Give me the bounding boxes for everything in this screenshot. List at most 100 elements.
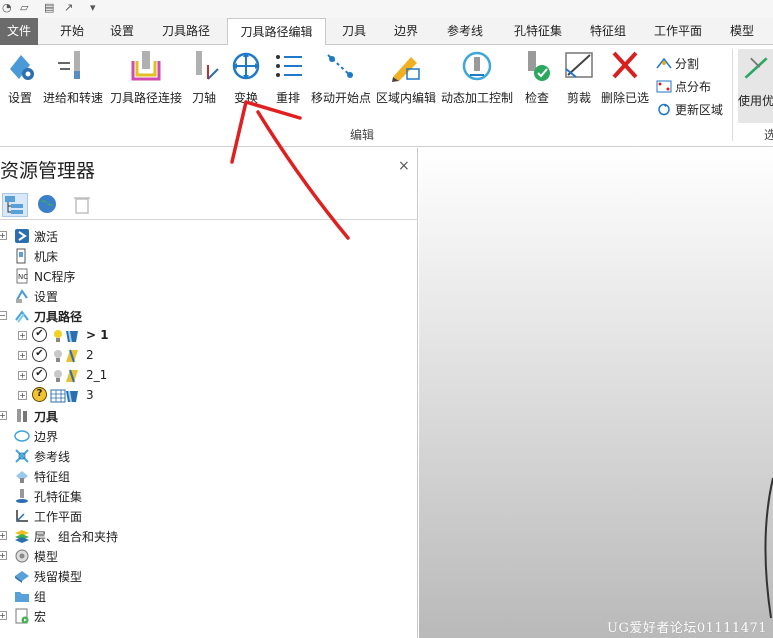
tab-file[interactable]: 文件 (0, 18, 38, 45)
expand-icon[interactable]: + (18, 391, 27, 400)
tools-icon (17, 409, 27, 422)
tree-item-workplanes[interactable]: 工作平面 (0, 506, 418, 526)
calculated-status-icon: ✔ (32, 367, 47, 382)
tab-toolpaths[interactable]: 刀具路径 (150, 18, 222, 45)
tree-item-boundaries[interactable]: 边界 (0, 426, 418, 446)
dynamic-control-label: 动态加工控制 (440, 91, 513, 105)
expand-icon[interactable]: + (0, 231, 7, 240)
save-icon[interactable]: ▤ (44, 1, 54, 14)
tree-item-toolpath-1[interactable]: + ✔ > 1 (0, 326, 418, 346)
expand-icon[interactable]: + (0, 551, 7, 560)
tab-home[interactable]: 开始 (48, 18, 96, 45)
tree-item-groups[interactable]: 组 (0, 586, 418, 606)
split-button[interactable]: 分割 (656, 55, 699, 72)
hole-feature-icon (16, 489, 28, 503)
tree-item-models[interactable]: + 模型 (0, 546, 418, 566)
update-region-icon (658, 103, 670, 116)
watermark-text: UG爱好者论坛01111471 (607, 621, 768, 636)
reorder-button[interactable]: 重排 (272, 49, 304, 111)
uncalculated-status-icon: ? (32, 387, 47, 402)
delete-button[interactable] (70, 193, 96, 217)
tree-item-stock-models[interactable]: 残留模型 (0, 566, 418, 586)
check-label: 检查 (524, 91, 549, 105)
point-distribution-icon (656, 80, 672, 93)
tree-item-machine[interactable]: 机床 (0, 246, 418, 266)
dropdown-icon[interactable]: ▾ (90, 1, 96, 14)
toolpath-strategy-icon (66, 330, 78, 343)
dynamic-control-button[interactable]: 动态加工控制 (440, 49, 514, 111)
check-icon (528, 51, 550, 81)
expand-icon[interactable]: + (18, 351, 27, 360)
tool-axis-label: 刀轴 (191, 91, 216, 105)
edit-region-button[interactable]: 区域内编辑 (376, 49, 436, 111)
tree-view-button[interactable] (2, 193, 28, 217)
tab-model[interactable]: 模型 (718, 18, 766, 45)
tree-item-toolpath-2-1[interactable]: + ✔ 2_1 (0, 366, 418, 386)
tab-tools[interactable]: 刀具 (332, 18, 376, 45)
tab-hole-features[interactable]: 孔特征集 (502, 18, 574, 45)
tab-feature-group[interactable]: 特征组 (580, 18, 636, 45)
calculated-status-icon: ✔ (32, 327, 47, 342)
move-start-point-button[interactable]: 移动开始点 (310, 49, 372, 111)
feed-speed-icon (58, 51, 80, 79)
tree-item-hole-features[interactable]: 孔特征集 (0, 486, 418, 506)
expand-icon[interactable]: + (0, 531, 7, 540)
expand-icon[interactable]: + (0, 611, 7, 620)
svg-text:NC: NC (18, 273, 28, 281)
tool-axis-icon (196, 51, 219, 80)
tab-boundary[interactable]: 边界 (384, 18, 428, 45)
open-icon[interactable]: ▱ (20, 1, 28, 14)
expand-icon[interactable]: + (0, 411, 7, 420)
globe-button[interactable] (35, 193, 61, 217)
tree-item-macros[interactable]: + 宏 (0, 606, 418, 626)
trim-button[interactable]: 剪裁 (562, 49, 596, 111)
tree-item-toolpaths[interactable]: − 刀具路径 (0, 306, 418, 326)
toolpath-link-label: 刀具路径连接 (109, 91, 182, 105)
expand-icon[interactable]: + (18, 331, 27, 340)
close-icon[interactable]: × (398, 158, 410, 174)
reorder-icon (276, 55, 302, 77)
update-region-button[interactable]: 更新区域 (656, 101, 723, 118)
explorer-toolbar (0, 190, 418, 220)
calculated-status-icon: ✔ (32, 347, 47, 362)
tab-pattern[interactable]: 参考线 (436, 18, 494, 45)
tree-item-toolpath-3[interactable]: + ? 3 (0, 386, 418, 406)
delete-selected-button[interactable]: 删除已选 (600, 49, 650, 111)
activate-icon (15, 229, 29, 243)
edit-region-label: 区域内编辑 (376, 91, 437, 105)
tab-setup[interactable]: 设置 (98, 18, 146, 45)
tab-toolpath-edit[interactable]: 刀具路径编辑 (227, 18, 326, 46)
tree-item-toolpath-2[interactable]: + ✔ 2 (0, 346, 418, 366)
explorer-title: 资源管理器 (0, 160, 96, 182)
tree-item-patterns[interactable]: 参考线 (0, 446, 418, 466)
tree-item-setup[interactable]: 设置 (0, 286, 418, 306)
tree-item-layers[interactable]: + 层、组合和夹持 (0, 526, 418, 546)
feed-speed-button[interactable]: 进给和转速 (42, 49, 104, 111)
tree-item-feature-groups[interactable]: 特征组 (0, 466, 418, 486)
tree-item-nc-programs[interactable]: NC NC程序 (0, 266, 418, 286)
tab-workplane[interactable]: 工作平面 (644, 18, 712, 45)
check-button[interactable]: 检查 (520, 49, 554, 111)
collapse-icon[interactable]: − (0, 311, 7, 320)
reorder-label: 重排 (275, 91, 300, 105)
layers-icon (15, 530, 29, 543)
point-distribution-button[interactable]: 点分布 (656, 78, 711, 95)
app-icon[interactable]: ◔ (2, 1, 12, 14)
delete-selected-icon (612, 51, 638, 79)
nc-program-icon: NC (16, 268, 28, 284)
toolpath-link-button[interactable]: 刀具路径连接 (108, 49, 184, 111)
dynamic-control-icon (462, 51, 492, 81)
setup-button[interactable]: 设置 (4, 49, 36, 111)
ribbon-separator (732, 49, 733, 141)
tool-axis-button[interactable]: 刀轴 (188, 49, 220, 111)
use-button[interactable]: 使用优 (738, 49, 773, 123)
tree-item-tools[interactable]: + 刀具 (0, 406, 418, 426)
toolpath-quick-icon[interactable]: ↗ (64, 1, 73, 14)
transform-icon (232, 52, 260, 80)
expand-icon[interactable]: + (18, 371, 27, 380)
graphics-viewport[interactable] (419, 148, 773, 638)
tree-item-activate[interactable]: + 激活 (0, 226, 418, 246)
macro-icon (15, 608, 29, 624)
transform-button[interactable]: 变换 (228, 49, 264, 111)
use-icon (744, 57, 768, 79)
